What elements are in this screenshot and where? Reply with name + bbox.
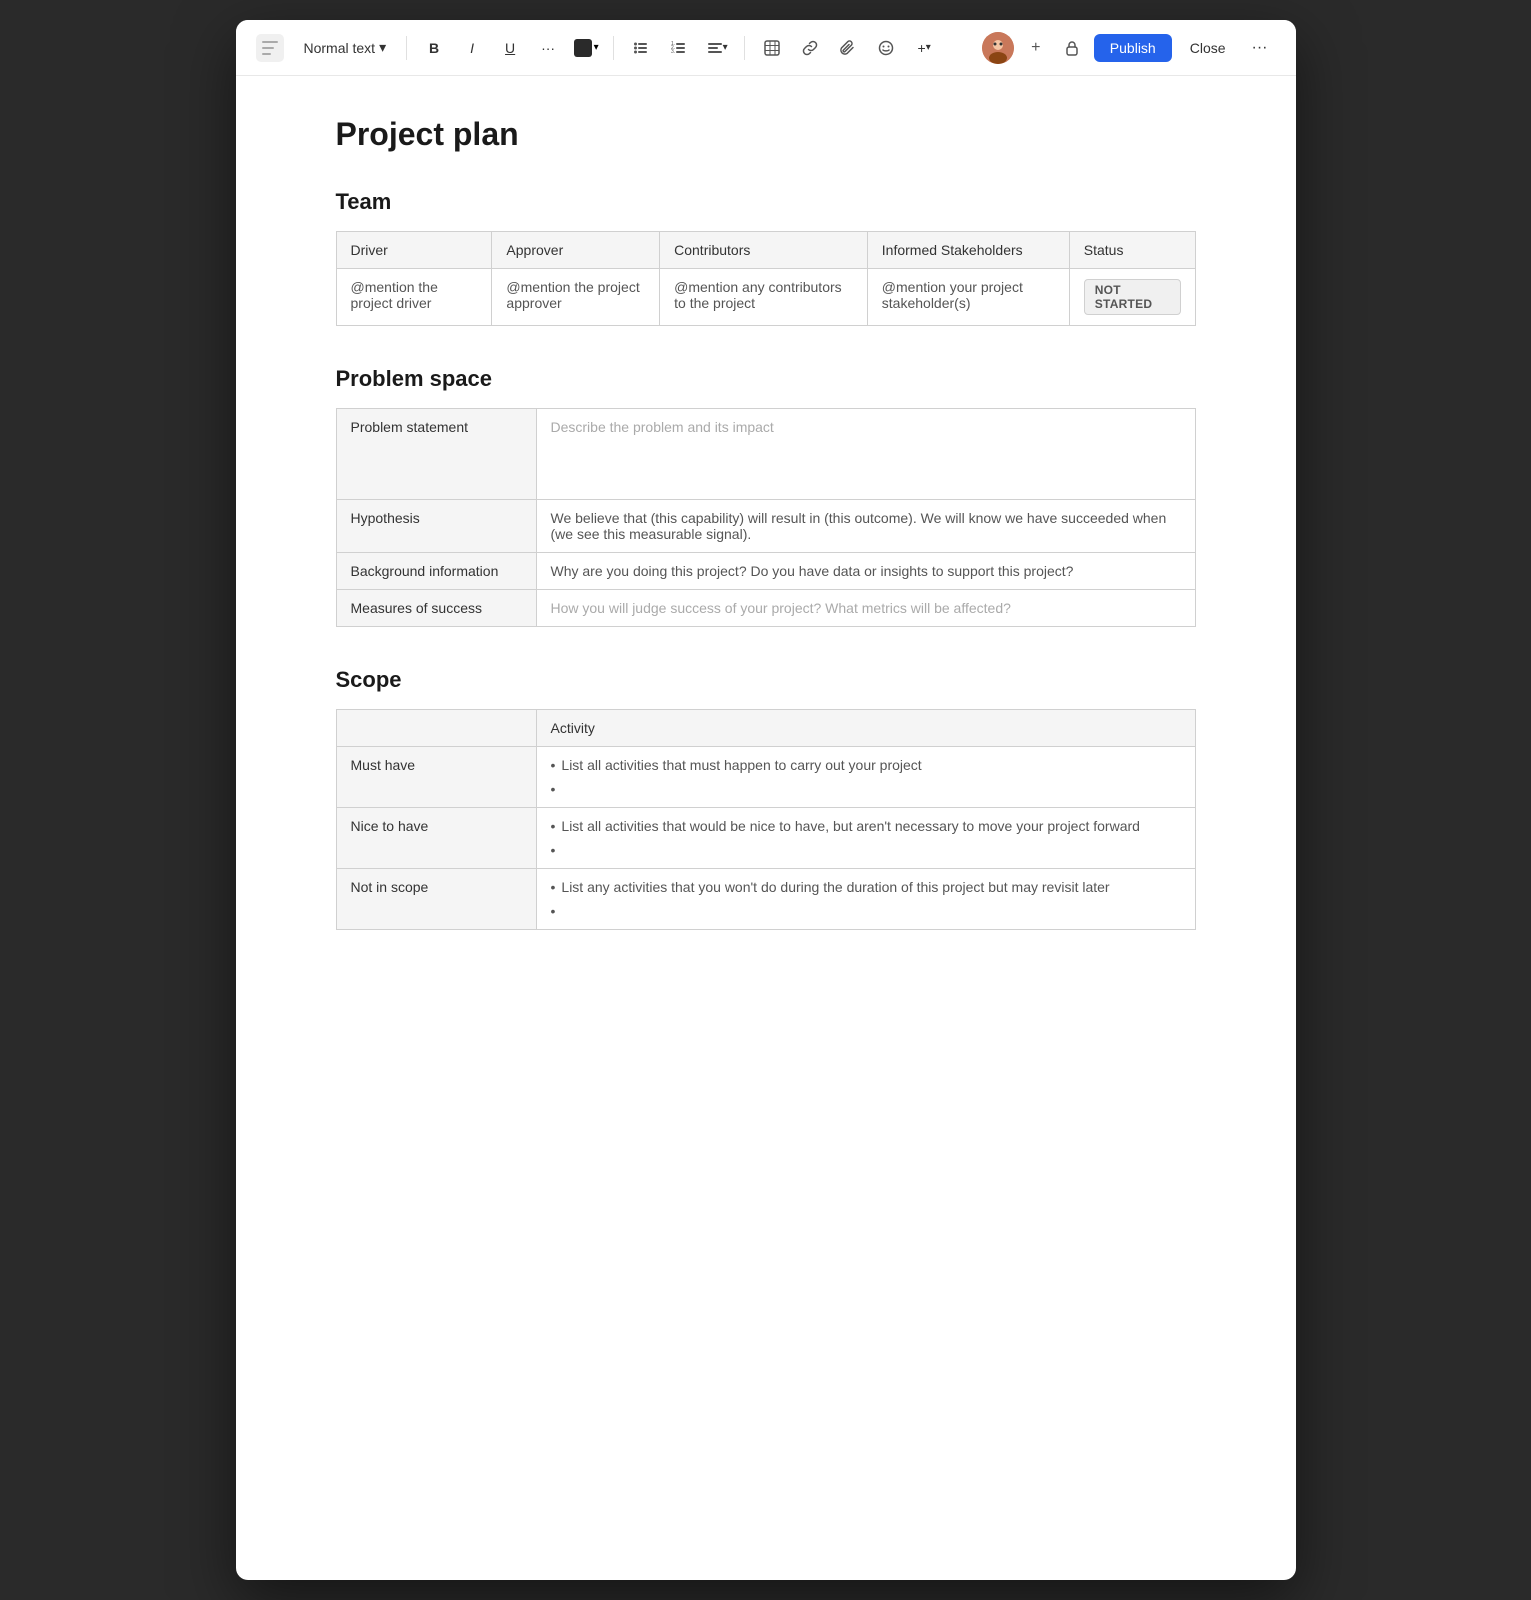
divider-1 bbox=[406, 36, 407, 60]
plus-icon: + bbox=[918, 40, 926, 56]
align-icon bbox=[707, 40, 723, 56]
measures-label: Measures of success bbox=[336, 590, 536, 627]
problem-statement-content[interactable]: Describe the problem and its impact bbox=[551, 419, 1181, 489]
close-button[interactable]: Close bbox=[1180, 34, 1236, 62]
status-badge: NOT STARTED bbox=[1084, 279, 1181, 315]
must-have-cell[interactable]: List all activities that must happen to … bbox=[536, 747, 1195, 808]
background-content: Why are you doing this project? Do you h… bbox=[551, 563, 1181, 579]
table-row: Nice to have List all activities that wo… bbox=[336, 808, 1195, 869]
problem-table: Problem statement Describe the problem a… bbox=[336, 408, 1196, 627]
main-window: Normal text ▾ B I U ··· ▾ 1.2.3. ▾ bbox=[236, 20, 1296, 1580]
nice-to-have-cell[interactable]: List all activities that would be nice t… bbox=[536, 808, 1195, 869]
toolbar-right: + Publish Close ··· bbox=[982, 32, 1276, 64]
table-row: Hypothesis We believe that (this capabil… bbox=[336, 500, 1195, 553]
bullet-list-icon bbox=[633, 40, 649, 56]
chevron-down-icon: ▾ bbox=[379, 39, 386, 56]
scope-activity-col: Activity bbox=[536, 710, 1195, 747]
team-status-cell[interactable]: NOT STARTED bbox=[1069, 269, 1195, 326]
problem-statement-label: Problem statement bbox=[336, 409, 536, 500]
color-swatch bbox=[574, 39, 592, 57]
svg-text:3.: 3. bbox=[671, 49, 675, 55]
hypothesis-cell[interactable]: We believe that (this capability) will r… bbox=[536, 500, 1195, 553]
table-row: Must have List all activities that must … bbox=[336, 747, 1195, 808]
table-row: Measures of success How you will judge s… bbox=[336, 590, 1195, 627]
background-cell[interactable]: Why are you doing this project? Do you h… bbox=[536, 553, 1195, 590]
avatar[interactable] bbox=[982, 32, 1014, 64]
table-row: Background information Why are you doing… bbox=[336, 553, 1195, 590]
divider-3 bbox=[744, 36, 745, 60]
toolbar: Normal text ▾ B I U ··· ▾ 1.2.3. ▾ bbox=[236, 20, 1296, 76]
problem-statement-cell[interactable]: Describe the problem and its impact bbox=[536, 409, 1195, 500]
link-icon bbox=[802, 40, 818, 56]
attachment-icon bbox=[840, 40, 856, 56]
insert-chevron-icon: ▾ bbox=[926, 42, 931, 53]
plus-collaborator-icon: + bbox=[1031, 39, 1040, 57]
text-style-label: Normal text bbox=[304, 40, 376, 56]
problem-section-heading: Problem space bbox=[336, 366, 1196, 392]
hypothesis-label: Hypothesis bbox=[336, 500, 536, 553]
align-button[interactable]: ▾ bbox=[702, 33, 732, 63]
must-have-item-1: List all activities that must happen to … bbox=[551, 757, 1181, 773]
hypothesis-content: We believe that (this capability) will r… bbox=[551, 510, 1181, 542]
team-driver-cell[interactable]: @mention the project driver bbox=[336, 269, 492, 326]
more-format-button[interactable]: ··· bbox=[533, 33, 563, 63]
more-options-button[interactable]: ··· bbox=[1244, 35, 1276, 61]
underline-button[interactable]: U bbox=[495, 33, 525, 63]
color-chevron-icon: ▾ bbox=[594, 42, 599, 53]
italic-button[interactable]: I bbox=[457, 33, 487, 63]
measures-content[interactable]: How you will judge success of your proje… bbox=[551, 600, 1181, 616]
nice-to-have-empty bbox=[551, 842, 1181, 858]
bold-button[interactable]: B bbox=[419, 33, 449, 63]
table-row: @mention the project driver @mention the… bbox=[336, 269, 1195, 326]
bullet-list-button[interactable] bbox=[626, 33, 656, 63]
page-title[interactable]: Project plan bbox=[336, 116, 1196, 153]
align-chevron-icon: ▾ bbox=[723, 42, 728, 53]
scope-section-heading: Scope bbox=[336, 667, 1196, 693]
add-collaborator-button[interactable]: + bbox=[1022, 34, 1050, 62]
link-button[interactable] bbox=[795, 33, 825, 63]
background-label: Background information bbox=[336, 553, 536, 590]
color-picker-button[interactable]: ▾ bbox=[571, 33, 601, 63]
team-approver-cell[interactable]: @mention the project approver bbox=[492, 269, 660, 326]
text-style-dropdown[interactable]: Normal text ▾ bbox=[296, 35, 395, 60]
team-contributors-cell[interactable]: @mention any contributors to the project bbox=[660, 269, 868, 326]
nice-to-have-item-1: List all activities that would be nice t… bbox=[551, 818, 1181, 834]
nice-to-have-label: Nice to have bbox=[336, 808, 536, 869]
must-have-empty bbox=[551, 781, 1181, 797]
must-have-label: Must have bbox=[336, 747, 536, 808]
table-icon bbox=[764, 40, 780, 56]
insert-button[interactable]: + ▾ bbox=[909, 33, 939, 63]
not-in-scope-item-1: List any activities that you won't do du… bbox=[551, 879, 1181, 895]
team-col-approver: Approver bbox=[492, 232, 660, 269]
team-col-driver: Driver bbox=[336, 232, 492, 269]
measures-cell[interactable]: How you will judge success of your proje… bbox=[536, 590, 1195, 627]
team-stakeholders-cell[interactable]: @mention your project stakeholder(s) bbox=[867, 269, 1069, 326]
team-col-stakeholders: Informed Stakeholders bbox=[867, 232, 1069, 269]
ordered-list-button[interactable]: 1.2.3. bbox=[664, 33, 694, 63]
publish-button[interactable]: Publish bbox=[1094, 34, 1172, 62]
team-col-status: Status bbox=[1069, 232, 1195, 269]
table-row: Not in scope List any activities that yo… bbox=[336, 869, 1195, 930]
team-col-contributors: Contributors bbox=[660, 232, 868, 269]
emoji-icon bbox=[878, 40, 894, 56]
not-in-scope-empty bbox=[551, 903, 1181, 919]
not-in-scope-cell[interactable]: List any activities that you won't do du… bbox=[536, 869, 1195, 930]
not-in-scope-label: Not in scope bbox=[336, 869, 536, 930]
team-section-heading: Team bbox=[336, 189, 1196, 215]
ordered-list-icon: 1.2.3. bbox=[671, 40, 687, 56]
divider-2 bbox=[613, 36, 614, 60]
team-table: Driver Approver Contributors Informed St… bbox=[336, 231, 1196, 326]
table-button[interactable] bbox=[757, 33, 787, 63]
lock-icon bbox=[1064, 40, 1080, 56]
scope-table: Activity Must have List all activities t… bbox=[336, 709, 1196, 930]
content-area: Project plan Team Driver Approver Contri… bbox=[236, 76, 1296, 1580]
lock-button[interactable] bbox=[1058, 34, 1086, 62]
scope-row-col bbox=[336, 710, 536, 747]
attachment-button[interactable] bbox=[833, 33, 863, 63]
emoji-button[interactable] bbox=[871, 33, 901, 63]
app-logo bbox=[256, 34, 284, 62]
table-row: Problem statement Describe the problem a… bbox=[336, 409, 1195, 500]
